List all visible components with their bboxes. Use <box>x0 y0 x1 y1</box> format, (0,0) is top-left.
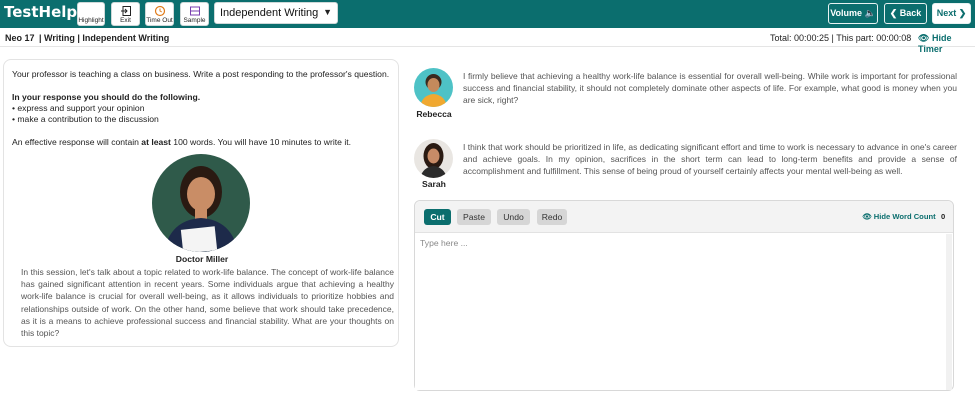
response-textarea[interactable] <box>415 234 945 390</box>
effective-pre: An effective response will contain <box>12 137 142 147</box>
cut-button[interactable]: Cut <box>424 209 451 225</box>
timeout-button[interactable]: Time Out <box>145 2 174 26</box>
sarah-text: I think that work should be prioritized … <box>463 142 957 177</box>
hide-timer-link[interactable]: 👁 Hide Timer <box>918 33 975 54</box>
breadcrumb: Neo 17 | Writing | Independent Writing <box>5 33 169 43</box>
student-post-sarah: Sarah I think that work should be priori… <box>414 139 959 191</box>
editor-scrollbar[interactable] <box>946 234 952 390</box>
instructions-heading: In your response you should do the follo… <box>12 92 201 102</box>
sample-icon <box>189 6 200 16</box>
highlight-button[interactable]: Highlight <box>77 2 105 26</box>
effective-response-note: An effective response will contain at le… <box>12 137 390 148</box>
instruction-bullet: • make a contribution to the discussion <box>12 114 159 124</box>
test-id: Neo 17 <box>5 33 35 43</box>
volume-label: Volume <box>830 8 863 18</box>
timeout-label: Time Out <box>146 17 173 24</box>
chevron-down-icon: ▼ <box>323 7 332 17</box>
speaker-icon: 🔈 <box>864 8 876 18</box>
effective-post: 100 words. You will have 10 minutes to w… <box>170 137 352 147</box>
professor-name: Doctor Miller <box>175 254 229 264</box>
sarah-avatar <box>414 139 453 178</box>
highlight-icon <box>86 6 96 16</box>
prompt-intro: Your professor is teaching a class on bu… <box>12 69 390 79</box>
editor-toolbar: Cut Paste Undo Redo 👁 Hide Word Count 0 <box>415 201 953 233</box>
undo-button[interactable]: Undo <box>497 209 530 225</box>
paste-button[interactable]: Paste <box>457 209 491 225</box>
exit-button[interactable]: Exit <box>111 2 140 26</box>
effective-bold: at least <box>141 137 171 147</box>
eye-icon: 👁 <box>862 212 872 221</box>
next-button[interactable]: Next ❯ <box>932 3 971 24</box>
rebecca-text: I firmly believe that achieving a health… <box>463 71 957 106</box>
highlight-label: Highlight <box>78 17 104 24</box>
professor-text: In this session, let's talk about a topi… <box>21 267 394 339</box>
student-post-rebecca: Rebecca I firmly believe that achieving … <box>414 68 959 128</box>
prompt-panel: Your professor is teaching a class on bu… <box>3 59 399 347</box>
sub-header: Neo 17 | Writing | Independent Writing T… <box>0 28 975 54</box>
section-path: | Writing | Independent Writing <box>39 33 170 43</box>
sample-label: Sample <box>183 17 206 24</box>
instruction-bullet: • express and support your opinion <box>12 103 145 113</box>
exit-icon <box>120 6 131 16</box>
back-button[interactable]: ❮ Back <box>884 3 927 24</box>
professor-avatar <box>152 154 250 252</box>
eye-icon: 👁 <box>918 33 930 43</box>
volume-button[interactable]: Volume 🔈 <box>828 3 878 24</box>
next-label: Next <box>936 8 957 18</box>
word-count: 0 <box>941 212 946 221</box>
sarah-name: Sarah <box>422 179 446 189</box>
top-bar: TestHelper Highlight Exit Time Out Sampl… <box>0 0 975 28</box>
clock-icon <box>154 5 165 17</box>
sample-button[interactable]: Sample <box>180 2 209 26</box>
response-editor: Cut Paste Undo Redo 👁 Hide Word Count 0 <box>414 200 954 391</box>
hide-word-count-label: Hide Word Count <box>873 212 936 221</box>
rebecca-name: Rebecca <box>416 109 452 119</box>
timer-readout: Total: 00:00:25 | This part: 00:00:08 <box>770 33 912 43</box>
exit-label: Exit <box>120 17 131 24</box>
hide-word-count-link[interactable]: 👁 Hide Word Count <box>862 212 936 221</box>
back-label: Back <box>899 8 922 18</box>
chevron-right-icon: ❯ <box>958 8 967 18</box>
chevron-left-icon: ❮ <box>889 8 898 18</box>
task-select-value: Independent Writing <box>220 7 319 19</box>
task-select[interactable]: Independent Writing ▼ <box>214 2 338 24</box>
redo-button[interactable]: Redo <box>537 209 567 225</box>
rebecca-avatar <box>414 68 453 107</box>
